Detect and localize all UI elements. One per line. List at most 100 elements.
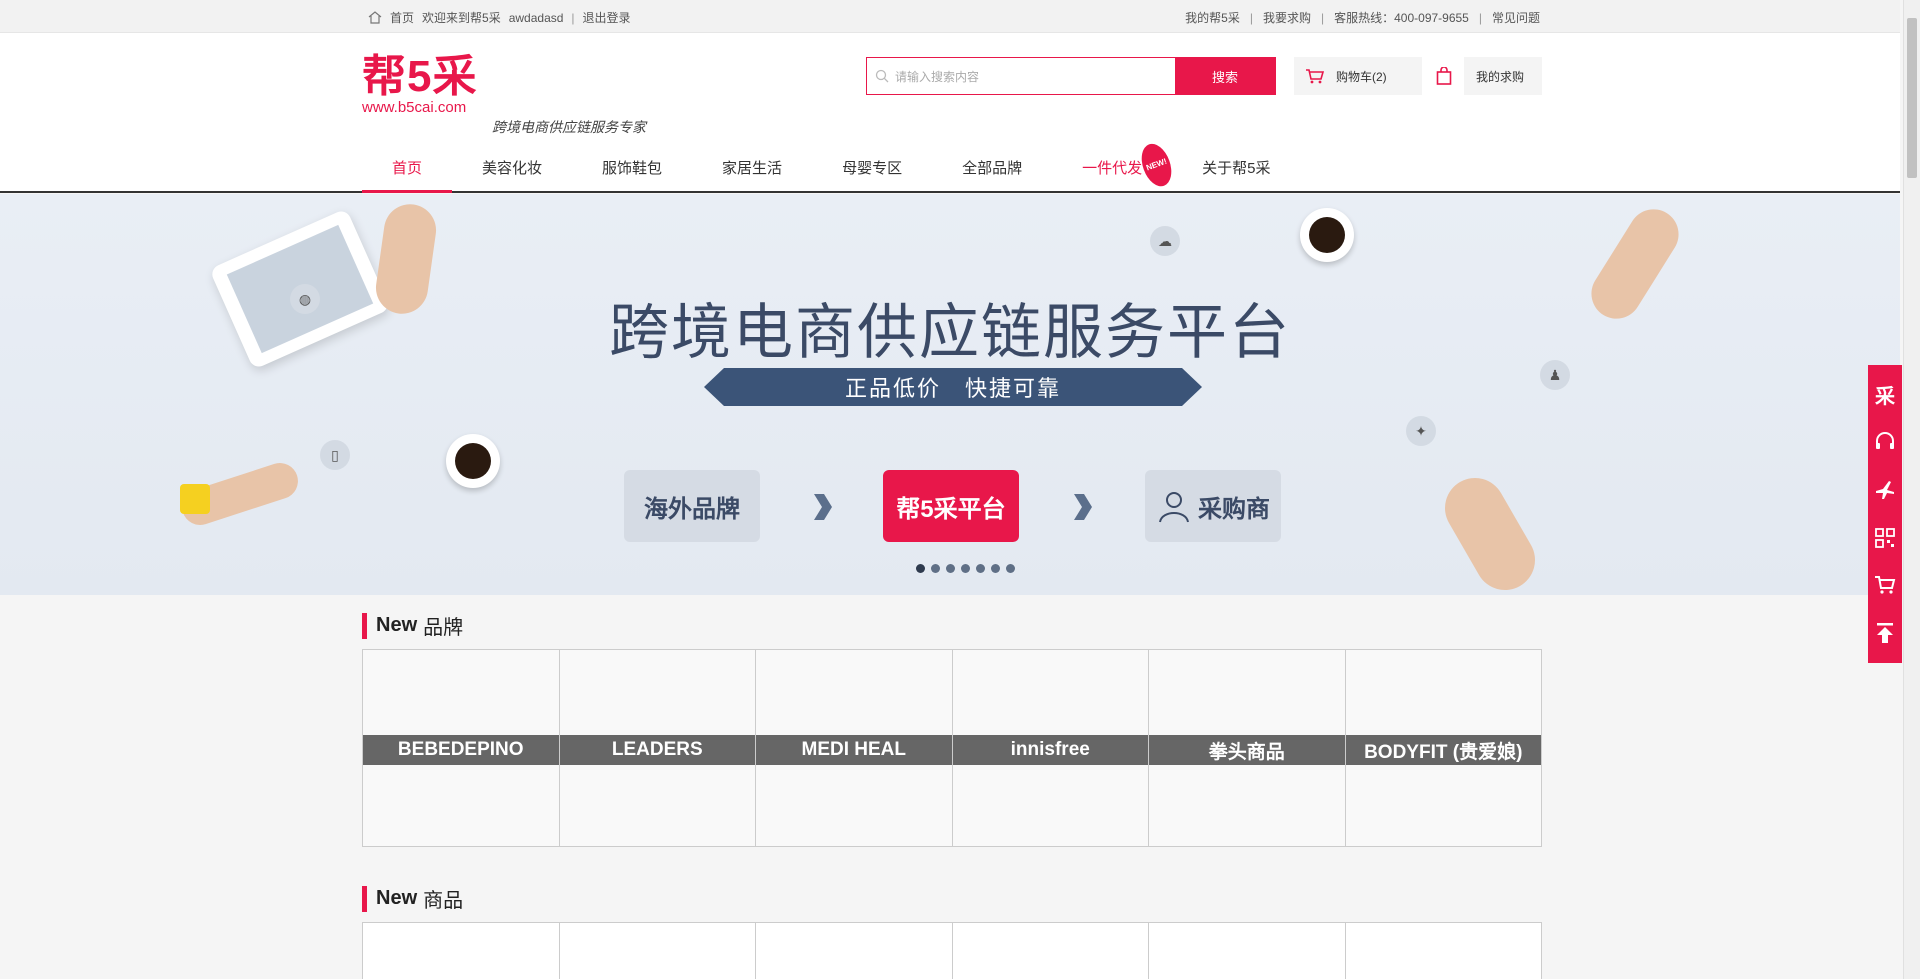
page-scrollbar[interactable]	[1903, 0, 1920, 979]
coffee-cup-illustration	[446, 434, 500, 488]
search-button[interactable]: 搜索	[1175, 58, 1275, 94]
banner-headline: 跨境电商供应链服务平台	[609, 299, 1291, 366]
top-bar-right: 我的帮5采 | 我要求购 | 客服热线：400-097-9655 | 常见问题	[1185, 9, 1540, 26]
banner-ribbon: 正品低价 快捷可靠	[704, 368, 1202, 406]
title-accent-bar	[362, 885, 367, 912]
carousel-dot[interactable]	[976, 564, 985, 573]
user-icon: ♟	[1540, 360, 1570, 390]
cart-label: 购物车(2)	[1336, 69, 1387, 84]
brand-name: MEDI HEAL	[756, 735, 952, 765]
nav-item-dropship[interactable]: 一件代发 NEW!	[1052, 139, 1177, 193]
scrollbar-thumb[interactable]	[1907, 18, 1917, 178]
section-title-text: 商品	[423, 890, 464, 912]
faq-link[interactable]: 常见问题	[1492, 9, 1540, 26]
home-link[interactable]: 首页	[390, 9, 414, 26]
qrcode-icon[interactable]	[1868, 518, 1902, 558]
plane-icon[interactable]	[1868, 470, 1902, 510]
search-input[interactable]: 请输入搜索内容	[867, 58, 1175, 94]
flow-b5cai-platform: 帮5采平台	[883, 470, 1019, 542]
nav-item-beauty[interactable]: 美容化妆	[452, 149, 572, 193]
section-title-products: New 商品	[362, 884, 463, 913]
hand-illustration	[372, 200, 440, 318]
chevron-right-icon	[814, 494, 832, 520]
nav-item-baby[interactable]: 母婴专区	[812, 149, 932, 193]
brand-grid: BEBEDEPINO LEADERS MEDI HEAL innisfree 拳…	[362, 649, 1542, 847]
carousel-dot[interactable]	[991, 564, 1000, 573]
section-title-brands: New 品牌	[362, 611, 463, 640]
brand-card[interactable]: LEADERS	[559, 650, 756, 846]
product-grid	[362, 922, 1542, 979]
nav-item-home-living[interactable]: 家居生活	[692, 149, 812, 193]
product-card[interactable]	[756, 923, 953, 979]
top-bar-left: 首页 欢迎来到帮5采 awdadasd | 退出登录	[368, 9, 631, 26]
site-logo[interactable]: 帮5采 www.b5cai.com 跨境电商供应链服务专家	[362, 52, 646, 137]
cart-icon	[1294, 57, 1336, 95]
carousel-dot[interactable]	[961, 564, 970, 573]
my-purchase-button[interactable]: 我的求购	[1424, 57, 1542, 95]
floating-sidebar: 采	[1868, 365, 1902, 663]
welcome-text: 欢迎来到帮5采	[422, 11, 501, 25]
lightbulb-icon: ✦	[1406, 416, 1436, 446]
divider: |	[1478, 10, 1482, 25]
nav-item-dropship-label: 一件代发	[1082, 160, 1143, 177]
brand-card[interactable]: MEDI HEAL	[756, 650, 953, 846]
nav-item-home[interactable]: 首页	[362, 149, 453, 193]
nav-item-about[interactable]: 关于帮5采	[1172, 149, 1300, 193]
product-card[interactable]	[1149, 923, 1346, 979]
brand-name: LEADERS	[559, 735, 755, 765]
logo-url: www.b5cai.com	[362, 99, 467, 116]
flow-buyers-label: 采购商	[1198, 495, 1270, 523]
cart-icon[interactable]	[1868, 565, 1902, 605]
bag-icon	[1424, 57, 1464, 95]
product-card[interactable]	[363, 923, 560, 979]
want-buy-link[interactable]: 我要求购	[1263, 9, 1311, 26]
search-placeholder: 请输入搜索内容	[895, 69, 980, 84]
carousel-dot[interactable]	[916, 564, 925, 573]
globe-icon: ◍	[290, 284, 320, 314]
chevron-right-icon	[1074, 494, 1092, 520]
product-card[interactable]	[953, 923, 1149, 979]
brand-card[interactable]: BODYFIT (贵爱娘)	[1345, 650, 1541, 846]
section-new-label: New	[376, 887, 418, 909]
coffee-cup-illustration	[1300, 208, 1354, 262]
username[interactable]: awdadasd	[509, 11, 564, 25]
carousel-dots	[916, 564, 1015, 573]
hero-banner[interactable]: ◍ ☁ ♟ ✦ ▯ 跨境电商供应链服务平台 正品低价 快捷可靠 海外品牌 帮5采…	[0, 194, 1900, 595]
product-card[interactable]	[1346, 923, 1542, 979]
brand-name: BEBEDEPINO	[363, 735, 559, 765]
cart-button[interactable]: 购物车(2)	[1294, 57, 1422, 95]
new-badge: NEW!	[1136, 139, 1177, 191]
headset-icon[interactable]	[1868, 422, 1902, 462]
brand-name: 拳头商品	[1149, 735, 1345, 765]
main-nav: 首页 美容化妆 服饰鞋包 家居生活 母婴专区 全部品牌 一件代发 NEW! 关于…	[362, 139, 1300, 193]
brand-card[interactable]: BEBEDEPINO	[363, 650, 560, 846]
home-icon	[368, 11, 382, 24]
hotline-text: 客服热线：400-097-9655	[1334, 11, 1469, 25]
nav-item-all-brands[interactable]: 全部品牌	[932, 149, 1052, 193]
logout-link[interactable]: 退出登录	[583, 9, 631, 26]
divider: |	[1249, 10, 1253, 25]
back-to-top-icon[interactable]	[1868, 613, 1902, 653]
ribbon-text: 正品低价 快捷可靠	[844, 376, 1061, 401]
product-card[interactable]	[560, 923, 756, 979]
brand-name: BODYFIT (贵爱娘)	[1345, 735, 1541, 765]
carousel-dot[interactable]	[946, 564, 955, 573]
divider: |	[1321, 10, 1325, 25]
mouse-icon: ▯	[320, 440, 350, 470]
hand-illustration	[1434, 467, 1546, 595]
carousel-dot[interactable]	[1006, 564, 1015, 573]
title-accent-bar	[362, 612, 367, 639]
flow-buyers: 采购商	[1145, 470, 1281, 542]
buyer-icon	[1159, 492, 1189, 523]
my-account-link[interactable]: 我的帮5采	[1185, 9, 1240, 26]
logo-icon[interactable]: 采	[1868, 375, 1902, 415]
search-bar: 请输入搜索内容 搜索	[866, 57, 1276, 95]
header: 帮5采 www.b5cai.com 跨境电商供应链服务专家 请输入搜索内容 搜索…	[0, 33, 1900, 193]
brand-card[interactable]: 拳头商品	[1149, 650, 1346, 846]
nav-item-apparel[interactable]: 服饰鞋包	[572, 149, 692, 193]
slogan: 跨境电商供应链服务专家	[492, 120, 646, 136]
brand-card[interactable]: innisfree	[952, 650, 1149, 846]
section-new-label: New	[376, 614, 418, 636]
carousel-dot[interactable]	[931, 564, 940, 573]
logo-text: 帮5采	[362, 52, 478, 101]
